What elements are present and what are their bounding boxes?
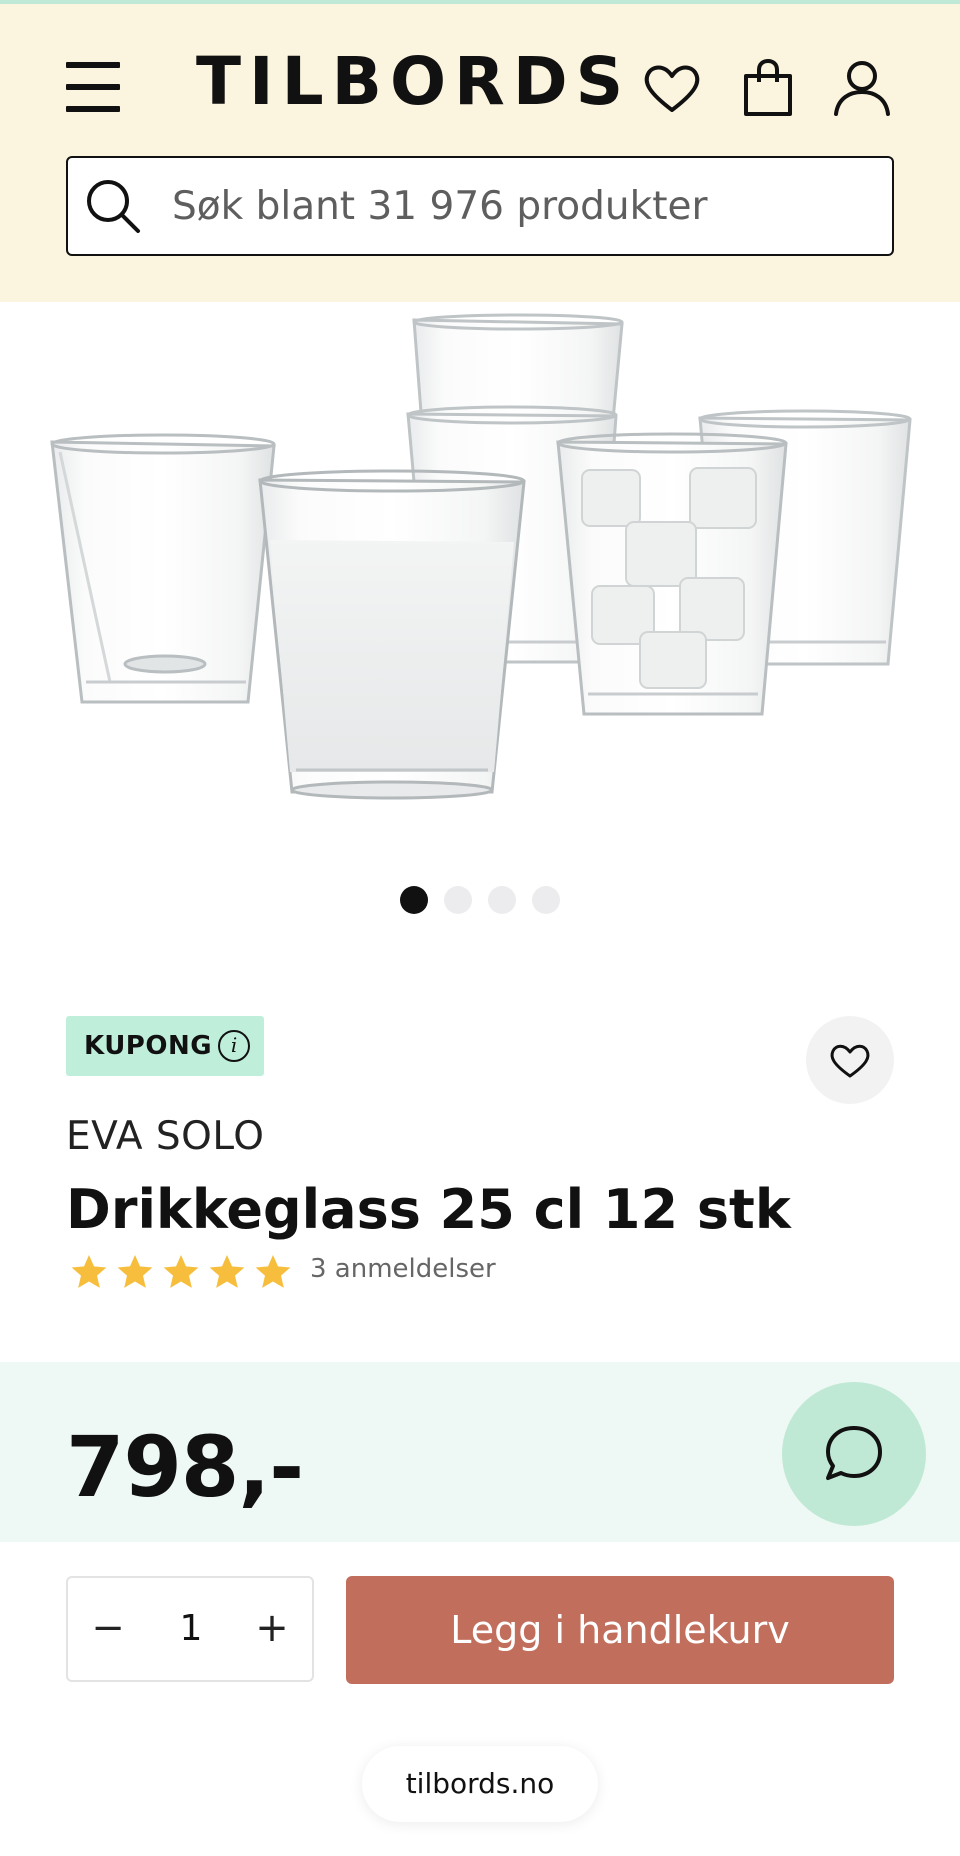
chat-button[interactable] — [782, 1382, 926, 1526]
user-icon[interactable] — [830, 56, 894, 120]
heart-icon[interactable] — [640, 56, 704, 120]
coupon-badge[interactable]: KUPONG i — [66, 1016, 264, 1076]
star-icon — [255, 1255, 291, 1288]
info-icon[interactable]: i — [218, 1030, 251, 1062]
browser-url-pill[interactable]: tilbords.no — [362, 1746, 598, 1822]
site-logo[interactable]: TILBORDS — [196, 42, 631, 122]
star-icon — [163, 1255, 199, 1288]
star-icon — [117, 1255, 153, 1288]
star-icon — [71, 1255, 107, 1288]
search-icon[interactable] — [82, 175, 144, 237]
gallery-dot-2[interactable] — [444, 886, 472, 914]
search-bar — [66, 156, 894, 256]
search-input[interactable] — [172, 168, 872, 244]
star-icon — [209, 1255, 245, 1288]
favorite-button[interactable] — [806, 1016, 894, 1104]
add-to-cart-button[interactable]: Legg i handlekurv — [346, 1576, 894, 1684]
heart-icon — [830, 1044, 870, 1078]
chat-bubble-icon — [826, 1426, 882, 1480]
drinking-glasses-photo — [50, 313, 912, 800]
gallery-dot-3[interactable] — [488, 886, 516, 914]
reviews-link[interactable]: 3 anmeldelser — [310, 1254, 496, 1284]
increase-quantity-button[interactable]: + — [232, 1578, 312, 1680]
decrease-quantity-button[interactable]: − — [68, 1578, 148, 1680]
product-image-gallery[interactable] — [0, 302, 960, 822]
product-brand[interactable]: EVA SOLO — [66, 1114, 264, 1159]
site-header: TILBORDS — [0, 4, 960, 302]
rating-stars[interactable] — [68, 1250, 298, 1294]
product-price: 798,- — [66, 1418, 304, 1516]
quantity-stepper: − 1 + — [66, 1576, 314, 1682]
shopping-bag-icon[interactable] — [736, 56, 800, 120]
gallery-dot-4[interactable] — [532, 886, 560, 914]
gallery-pagination — [400, 886, 560, 914]
quantity-input[interactable]: 1 — [148, 1578, 234, 1680]
product-title: Drikkeglass 25 cl 12 stk — [66, 1178, 791, 1241]
menu-icon[interactable] — [66, 62, 120, 112]
coupon-badge-label: KUPONG — [84, 1031, 213, 1061]
gallery-dot-1[interactable] — [400, 886, 428, 914]
